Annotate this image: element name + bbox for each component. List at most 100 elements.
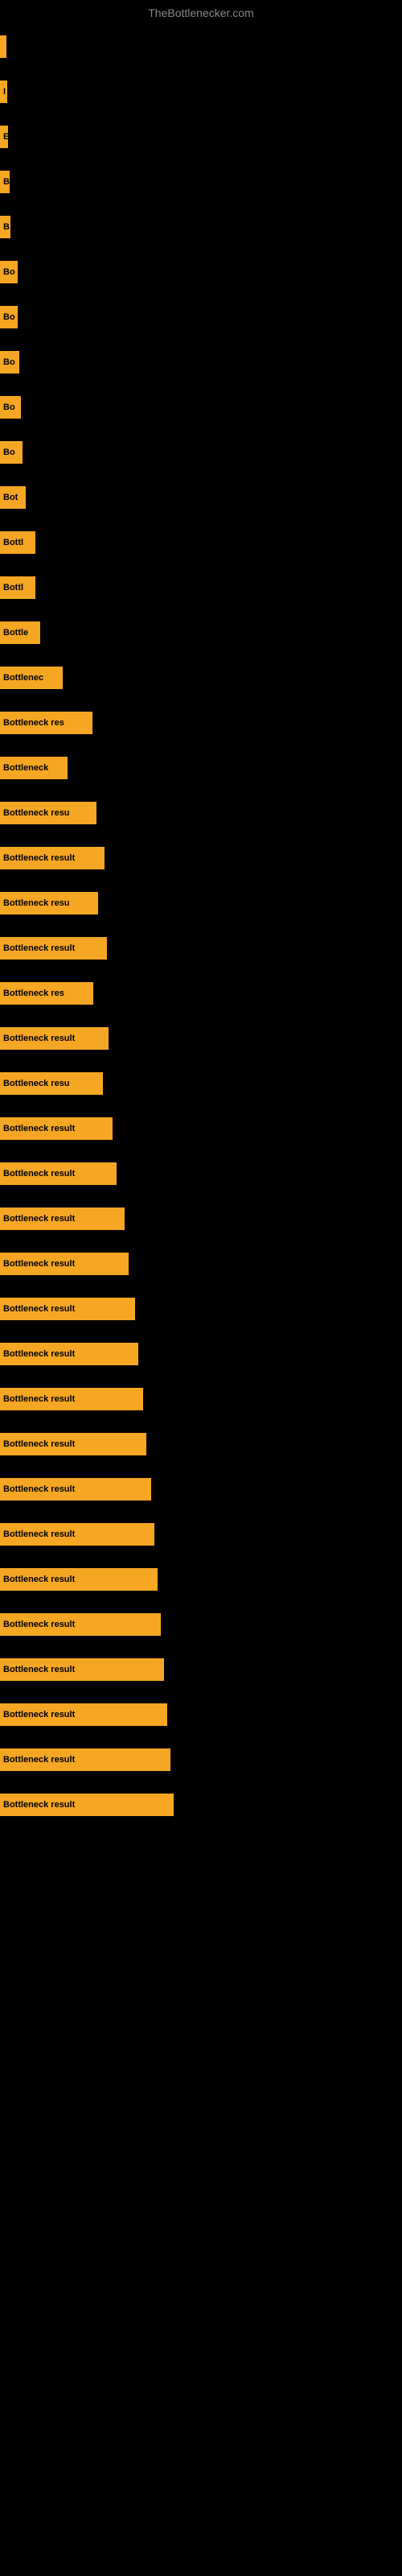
bar-row: Bottleneck result — [0, 1557, 402, 1602]
bar-label: Bottl — [3, 583, 23, 592]
bar-label: Bottl — [3, 538, 23, 547]
bar-row: Bo — [0, 385, 402, 430]
bar-row: Bottleneck result — [0, 1782, 402, 1827]
bar-item: Bottleneck result — [0, 1162, 117, 1185]
bar-row: Bottleneck result — [0, 1196, 402, 1241]
bar-row: Bottleneck result — [0, 1647, 402, 1692]
bar-row: Bottleneck resu — [0, 1061, 402, 1106]
bar-label: B — [3, 177, 10, 187]
bar-row: Bottleneck result — [0, 1241, 402, 1286]
bar-row: Bo — [0, 430, 402, 475]
bar-row: Bottleneck result — [0, 1151, 402, 1196]
bar-label: Bottleneck res — [3, 718, 64, 728]
bar-item: Bottleneck resu — [0, 802, 96, 824]
bar-row: Bo — [0, 295, 402, 340]
bar-item: Bo — [0, 441, 23, 464]
bar-item: Bottle — [0, 621, 40, 644]
bar-item: Bottleneck result — [0, 937, 107, 960]
bar-row: Bottleneck result — [0, 1422, 402, 1467]
bar-label: Bot — [3, 493, 18, 502]
bar-item: Bottleneck result — [0, 1478, 151, 1501]
bar-item: Bottleneck result — [0, 1027, 109, 1050]
bar-label: Bottleneck result — [3, 1755, 75, 1765]
bar-label: B — [3, 222, 10, 232]
bar-row: Bottleneck result — [0, 836, 402, 881]
bar-row: Bottleneck result — [0, 1512, 402, 1557]
bar-row: Bottleneck — [0, 745, 402, 791]
bar-label: Bo — [3, 312, 15, 322]
bar-label: Bottleneck resu — [3, 1079, 70, 1088]
bar-row: Bo — [0, 340, 402, 385]
bar-item: Bottleneck — [0, 757, 68, 779]
bar-row: Bottle — [0, 610, 402, 655]
bar-label: Bottleneck result — [3, 853, 75, 863]
bar-label: Bottle — [3, 628, 28, 638]
bar-row: Bottleneck resu — [0, 791, 402, 836]
bar-item: Bottleneck result — [0, 1208, 125, 1230]
bar-label: Bottleneck result — [3, 1304, 75, 1314]
bar-row: Bottleneck result — [0, 1016, 402, 1061]
bar-item: Bo — [0, 396, 21, 419]
bar-label: Bottleneck resu — [3, 898, 70, 908]
bar-item: Bottleneck result — [0, 1298, 135, 1320]
bar-label: Bo — [3, 402, 15, 412]
bar-row: Bottleneck resu — [0, 881, 402, 926]
bar-item: Bottleneck result — [0, 1613, 161, 1636]
bar-item: B — [0, 171, 10, 193]
bar-label: E — [3, 132, 8, 142]
bar-item: Bo — [0, 351, 19, 374]
bar-item: Bottleneck result — [0, 1343, 138, 1365]
bar-label: Bottleneck result — [3, 1710, 75, 1719]
bar-item: Bottleneck result — [0, 1523, 154, 1546]
bar-label: Bottleneck — [3, 763, 48, 773]
bar-row: Bottleneck result — [0, 1737, 402, 1782]
bar-row: Bottleneck res — [0, 700, 402, 745]
bar-row: Bottleneck result — [0, 1692, 402, 1737]
bar-item: Bottleneck result — [0, 1433, 146, 1455]
bar-row — [0, 24, 402, 69]
bar-row: B — [0, 159, 402, 204]
bar-row: Bottleneck result — [0, 1602, 402, 1647]
bar-row: Bottlenec — [0, 655, 402, 700]
bar-row: I — [0, 69, 402, 114]
bar-item: Bottleneck result — [0, 1253, 129, 1275]
bar-label: Bottleneck result — [3, 943, 75, 953]
bar-label: Bottleneck result — [3, 1620, 75, 1629]
bar-item: Bottleneck res — [0, 712, 92, 734]
bars-container: I E B B Bo Bo Bo Bo Bo Bot Bottl Bottl Bottle Bottlen… — [0, 24, 402, 1827]
bar-row: Bottleneck result — [0, 926, 402, 971]
bar-item: Bottleneck resu — [0, 892, 98, 914]
bar-label: I — [3, 87, 6, 97]
bar-row: Bottleneck result — [0, 1467, 402, 1512]
bar-label: Bo — [3, 448, 15, 457]
bar-item: Bottleneck result — [0, 1658, 164, 1681]
bar-label: Bottleneck resu — [3, 808, 70, 818]
bar-row: E — [0, 114, 402, 159]
bar-label: Bottleneck result — [3, 1439, 75, 1449]
bar-item: Bottleneck result — [0, 1748, 170, 1771]
bar-label: Bottleneck result — [3, 1394, 75, 1404]
bar-row: Bottleneck result — [0, 1331, 402, 1377]
bar-row: Bottleneck result — [0, 1377, 402, 1422]
bar-label: Bo — [3, 267, 15, 277]
bar-item — [0, 35, 6, 58]
bar-label: Bottleneck result — [3, 1575, 75, 1584]
bar-label: Bottleneck result — [3, 1124, 75, 1133]
bar-label: Bottleneck result — [3, 1169, 75, 1179]
bar-row: B — [0, 204, 402, 250]
bar-item: Bottleneck result — [0, 1388, 143, 1410]
bar-label: Bottleneck result — [3, 1214, 75, 1224]
bar-row: Bo — [0, 250, 402, 295]
bar-item: Bottl — [0, 531, 35, 554]
bar-item: I — [0, 80, 7, 103]
bar-row: Bottl — [0, 520, 402, 565]
bar-item: Bot — [0, 486, 26, 509]
bar-item: Bottl — [0, 576, 35, 599]
bar-item: Bottlenec — [0, 667, 63, 689]
bar-item: E — [0, 126, 8, 148]
bar-label: Bottleneck result — [3, 1800, 75, 1810]
bar-row: Bottleneck res — [0, 971, 402, 1016]
bar-item: Bottleneck result — [0, 1703, 167, 1726]
bar-item: Bottleneck result — [0, 1568, 158, 1591]
bar-item: Bottleneck resu — [0, 1072, 103, 1095]
